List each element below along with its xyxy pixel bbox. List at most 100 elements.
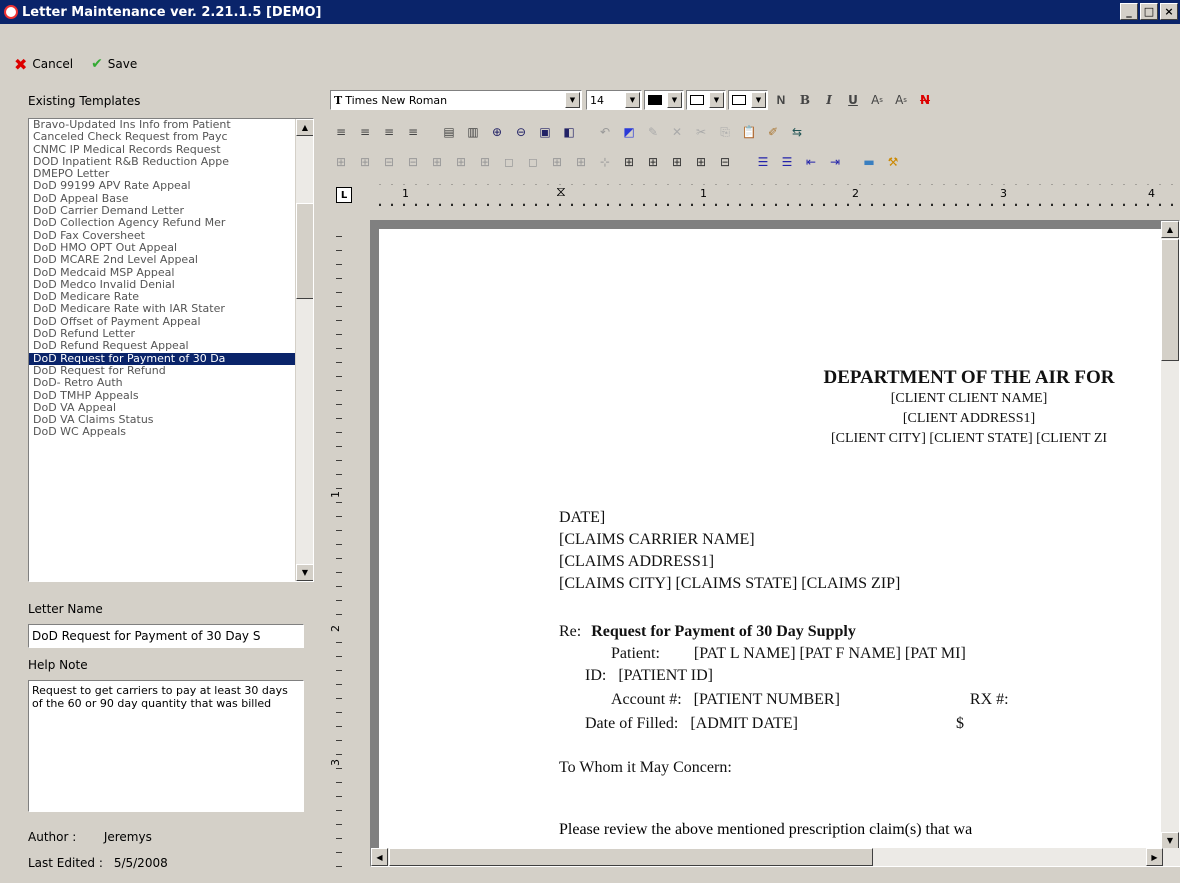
insert-column-right-icon[interactable]: ⊞ <box>450 152 472 172</box>
pen-icon[interactable]: ✎ <box>642 122 664 142</box>
tab-stop-selector[interactable]: L <box>336 187 352 203</box>
insert-picture-icon[interactable]: ▬ <box>858 152 880 172</box>
template-list-item[interactable]: DoD Appeal Base <box>29 193 295 205</box>
table-grid-icon[interactable]: ⊞ <box>354 152 376 172</box>
scroll-thumb[interactable] <box>296 203 313 299</box>
template-list-item[interactable]: DoD Offset of Payment Appeal <box>29 316 295 328</box>
cell-borders-icon[interactable]: ⊞ <box>570 152 592 172</box>
numbered-list-icon[interactable]: ☰ <box>776 152 798 172</box>
template-list-item[interactable]: DoD VA Appeal <box>29 402 295 414</box>
maximize-button[interactable]: □ <box>1140 3 1158 20</box>
italic-button[interactable]: I <box>818 90 840 110</box>
subscript-button[interactable]: A s <box>890 90 912 110</box>
minimize-button[interactable]: _ <box>1120 3 1138 20</box>
template-list-item[interactable]: CNMC IP Medical Records Request <box>29 144 295 156</box>
align-center-icon[interactable]: ≡ <box>354 122 376 142</box>
template-list[interactable]: Bravo-Updated Ins Info from Patient Cance… <box>28 118 314 582</box>
template-list-item[interactable]: DoD 99199 APV Rate Appeal <box>29 180 295 192</box>
template-list-item[interactable]: DoD Refund Letter <box>29 328 295 340</box>
paste-icon[interactable]: 📋 <box>738 122 760 142</box>
insert-row-below-icon[interactable]: ⊟ <box>402 152 424 172</box>
tools-icon[interactable]: ⚒ <box>882 152 904 172</box>
cancel-button[interactable]: ✖ Cancel <box>8 53 79 76</box>
template-list-item[interactable]: DMEPO Letter <box>29 168 295 180</box>
edit-image-icon[interactable]: ◩ <box>618 122 640 142</box>
template-list-item[interactable]: DoD Medcaid MSP Appeal <box>29 267 295 279</box>
increase-indent-icon[interactable]: ⇥ <box>824 152 846 172</box>
bold-button[interactable]: B <box>794 90 816 110</box>
indent-marker-icon[interactable]: ⧖ <box>556 184 566 200</box>
doc-scroll-down-icon[interactable]: ▼ <box>1161 832 1179 849</box>
template-list-item[interactable]: Bravo-Updated Ins Info from Patient <box>29 119 295 131</box>
template-list-item[interactable]: DoD TMHP Appeals <box>29 390 295 402</box>
superscript-button[interactable]: A s <box>866 90 888 110</box>
letter-name-field[interactable]: DoD Request for Payment of 30 Day S <box>28 624 304 648</box>
template-list-item[interactable]: DoD Medicare Rate <box>29 291 295 303</box>
template-list-item[interactable]: DoD MCARE 2nd Level Appeal <box>29 254 295 266</box>
table-settings-icon[interactable]: ⊟ <box>714 152 736 172</box>
template-list-scrollbar[interactable]: ▲ ▼ <box>295 119 313 581</box>
bullet-list-icon[interactable]: ☰ <box>752 152 774 172</box>
insert-column-left-icon[interactable]: ⊞ <box>426 152 448 172</box>
table-props-icon[interactable]: ⊞ <box>618 152 640 172</box>
template-list-item[interactable]: DOD Inpatient R&B Reduction Appe <box>29 156 295 168</box>
help-note-field[interactable]: Request to get carriers to pay at least … <box>28 680 304 812</box>
doc-scroll-thumb[interactable] <box>1161 239 1179 361</box>
split-cells-icon[interactable]: ⊞ <box>546 152 568 172</box>
template-list-item[interactable]: DoD Fax Coversheet <box>29 230 295 242</box>
template-list-item[interactable]: DoD VA Claims Status <box>29 414 295 426</box>
zoom-in-icon[interactable]: ⊕ <box>486 122 508 142</box>
insert-row-above-icon[interactable]: ⊟ <box>378 152 400 172</box>
page-setup-icon[interactable]: ▥ <box>462 122 484 142</box>
scroll-up-arrow-icon[interactable]: ▲ <box>296 119 313 136</box>
font-size-select[interactable]: 14 ▼ <box>586 90 642 110</box>
delete-column-icon[interactable]: ◻ <box>498 152 520 172</box>
normal-button[interactable]: N <box>770 90 792 110</box>
insert-page-icon[interactable]: ◧ <box>558 122 580 142</box>
template-list-item[interactable]: DoD- Retro Auth <box>29 377 295 389</box>
template-list-item[interactable]: DoD Request for Refund <box>29 365 295 377</box>
letter-page[interactable]: DEPARTMENT OF THE AIR FOR [CLIENT CLIENT… <box>379 229 1169 789</box>
align-left-icon[interactable]: ≡ <box>330 122 352 142</box>
delete-row-icon[interactable]: ⊞ <box>474 152 496 172</box>
merge-cells-icon[interactable]: ◻ <box>522 152 544 172</box>
save-button[interactable]: ✔ Save <box>85 54 143 74</box>
column-props-icon[interactable]: ⊞ <box>666 152 688 172</box>
justify-icon[interactable]: ≡ <box>402 122 424 142</box>
cell-properties-icon[interactable]: ⊹ <box>594 152 616 172</box>
underline-button[interactable]: U <box>842 90 864 110</box>
document-vertical-scrollbar[interactable]: ▲ ▼ <box>1161 221 1179 849</box>
font-name-select[interactable]: T Times New Roman ▼ <box>330 90 582 110</box>
doc-hscroll-thumb[interactable] <box>389 848 873 866</box>
template-list-item[interactable]: DoD WC Appeals <box>29 426 295 438</box>
template-list-item[interactable]: DoD Medicare Rate with IAR Stater <box>29 303 295 315</box>
template-list-item[interactable]: DoD Medco Invalid Denial <box>29 279 295 291</box>
doc-scroll-left-icon[interactable]: ◀ <box>371 848 388 866</box>
select-table-icon[interactable]: ⊞ <box>690 152 712 172</box>
template-list-item[interactable]: DoD Refund Request Appeal <box>29 340 295 352</box>
template-list-item[interactable]: DoD Collection Agency Refund Mer <box>29 217 295 229</box>
cut-icon[interactable]: ✂ <box>690 122 712 142</box>
border-select[interactable]: ▼ <box>728 90 768 110</box>
undo-icon[interactable]: ↶ <box>594 122 616 142</box>
insert-field-icon[interactable]: ▣ <box>534 122 556 142</box>
page-icon[interactable]: ▤ <box>438 122 460 142</box>
highlight-color-select[interactable]: ▼ <box>686 90 726 110</box>
template-list-item[interactable]: DoD HMO OPT Out Appeal <box>29 242 295 254</box>
doc-scroll-right-icon[interactable]: ▶ <box>1146 848 1163 866</box>
align-right-icon[interactable]: ≡ <box>378 122 400 142</box>
scroll-down-arrow-icon[interactable]: ▼ <box>296 564 313 581</box>
insert-table-icon[interactable]: ⊞ <box>330 152 352 172</box>
zoom-out-icon[interactable]: ⊖ <box>510 122 532 142</box>
template-list-item[interactable]: Canceled Check Request from Payc <box>29 131 295 143</box>
doc-scroll-up-icon[interactable]: ▲ <box>1161 221 1179 238</box>
document-horizontal-scrollbar[interactable]: ◀ ▶ <box>371 848 1180 866</box>
delete-icon[interactable]: ✕ <box>666 122 688 142</box>
row-props-icon[interactable]: ⊞ <box>642 152 664 172</box>
strikethrough-button[interactable]: N <box>914 90 936 110</box>
template-list-item[interactable]: DoD Carrier Demand Letter <box>29 205 295 217</box>
decrease-indent-icon[interactable]: ⇤ <box>800 152 822 172</box>
copy-icon[interactable]: ⎘ <box>714 122 736 142</box>
close-button[interactable]: × <box>1160 3 1178 20</box>
template-list-item[interactable]: DoD Request for Payment of 30 Da <box>29 352 295 365</box>
